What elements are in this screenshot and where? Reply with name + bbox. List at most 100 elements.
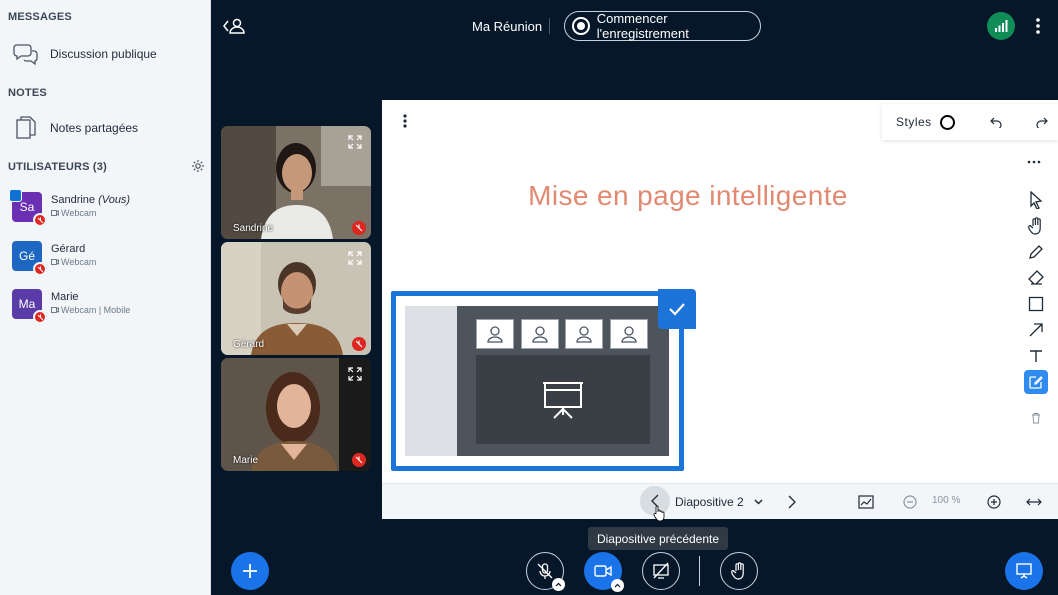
chat-bubbles-icon xyxy=(12,40,40,68)
delete-tool[interactable] xyxy=(1024,406,1048,430)
zoom-in-button[interactable] xyxy=(984,492,1004,512)
shared-notes-item[interactable]: Notes partagées xyxy=(0,110,211,146)
check-icon xyxy=(669,303,685,316)
person-icon xyxy=(532,326,548,343)
pencil-tool[interactable] xyxy=(1024,240,1048,264)
video-tile-marie[interactable]: Marie xyxy=(221,358,371,471)
you-suffix: (Vous) xyxy=(98,194,131,206)
pencil-icon xyxy=(1029,245,1043,259)
expand-icon[interactable] xyxy=(347,250,363,266)
users-section-title: UTILISATEURS (3) xyxy=(8,161,107,173)
screen-share-button[interactable] xyxy=(642,552,680,590)
expand-icon[interactable] xyxy=(347,366,363,382)
users-settings-gear-icon[interactable] xyxy=(191,159,205,173)
record-icon xyxy=(572,17,590,35)
unmute-mic-button[interactable] xyxy=(526,552,565,591)
arrow-icon xyxy=(1029,323,1043,337)
chevron-down-icon xyxy=(754,499,763,505)
redo-button[interactable] xyxy=(1033,113,1051,131)
person-icon xyxy=(621,326,637,343)
minus-circle-icon xyxy=(903,495,917,509)
smart-layout-illustration xyxy=(391,289,696,471)
muted-mic-icon xyxy=(33,310,47,324)
person-icon xyxy=(487,326,503,343)
next-slide-button[interactable] xyxy=(782,491,802,513)
user-row-gerard[interactable]: Gé Gérard Webcam xyxy=(0,237,211,277)
snapshot-button[interactable] xyxy=(856,492,876,512)
person-thumb xyxy=(521,319,559,349)
arrow-tool[interactable] xyxy=(1024,318,1048,342)
person-icon xyxy=(576,326,592,343)
avatar: Sa xyxy=(9,189,47,227)
sidebar: MESSAGES Discussion publique NOTES Notes… xyxy=(0,0,211,595)
presentation-area: Styles Mise en page intelligente Diaposi… xyxy=(382,100,1058,522)
avatar: Ma xyxy=(12,289,47,324)
muted-mic-icon xyxy=(33,213,47,227)
notes-icon xyxy=(12,114,40,142)
webcam-icon xyxy=(51,259,59,265)
toggle-user-list-button[interactable] xyxy=(222,16,246,36)
presentation-options-button[interactable] xyxy=(398,112,412,130)
muted-mic-icon xyxy=(352,221,366,235)
kebab-icon xyxy=(1036,18,1040,34)
layout-selected-check[interactable] xyxy=(658,289,696,329)
fit-width-button[interactable] xyxy=(1024,492,1044,512)
text-icon xyxy=(1030,350,1042,362)
presentation-footer: Diapositive 2 100 % xyxy=(382,483,1058,522)
rectangle-tool[interactable] xyxy=(1024,292,1048,316)
shared-notes-label: Notes partagées xyxy=(50,121,139,135)
avatar: Gé xyxy=(12,241,47,276)
connection-status-button[interactable] xyxy=(987,12,1015,40)
raise-hand-button[interactable] xyxy=(720,552,758,590)
options-menu-button[interactable] xyxy=(1030,14,1046,38)
video-tile-gerard[interactable]: Gérard xyxy=(221,242,371,355)
hand-icon xyxy=(1028,217,1041,235)
text-tool[interactable] xyxy=(1024,344,1048,368)
chevron-right-icon xyxy=(788,495,796,509)
user-name: Sandrine (Vous) xyxy=(51,194,130,206)
notes-section-title: NOTES xyxy=(8,87,47,99)
start-recording-button[interactable]: Commencer l'enregistrement xyxy=(564,11,761,41)
controls-divider xyxy=(699,556,700,586)
eraser-tool[interactable] xyxy=(1024,266,1048,290)
user-row-sandrine[interactable]: Sa Sandrine (Vous) Webcam xyxy=(0,188,211,228)
slide-title: Mise en page intelligente xyxy=(528,180,848,211)
video-camera-icon xyxy=(594,565,612,577)
whiteboard-toolbar xyxy=(1020,184,1050,434)
undo-button[interactable] xyxy=(987,113,1005,131)
note-tool[interactable] xyxy=(1024,370,1048,394)
zoom-out-button[interactable] xyxy=(900,492,920,512)
layout-sidebar xyxy=(405,306,457,456)
current-slide-label: Diapositive 2 xyxy=(675,495,744,509)
actions-button[interactable] xyxy=(231,552,269,590)
more-tools-button[interactable] xyxy=(1024,156,1044,168)
hand-icon xyxy=(731,562,744,580)
video-tile-sandrine[interactable]: Sandrine xyxy=(221,126,371,239)
square-icon xyxy=(1028,296,1044,312)
avatar-initials: Gé xyxy=(18,249,35,263)
mic-options-caret-icon[interactable] xyxy=(552,578,565,591)
user-name: Gérard xyxy=(51,243,86,255)
webcam-icon xyxy=(51,210,59,216)
public-chat-item[interactable]: Discussion publique xyxy=(0,36,211,72)
camera-options-caret-icon[interactable] xyxy=(611,579,624,592)
person-thumb xyxy=(610,319,648,349)
edit-note-icon xyxy=(1029,376,1043,389)
select-tool[interactable] xyxy=(1024,188,1048,212)
trash-icon xyxy=(1032,413,1040,424)
stroke-color-picker[interactable] xyxy=(939,114,955,130)
user-row-marie[interactable]: Ma Marie Webcam | Mobile xyxy=(0,285,211,325)
muted-mic-icon xyxy=(352,453,366,467)
muted-mic-icon xyxy=(352,337,366,351)
user-name-text: Sandrine xyxy=(51,194,96,206)
tile-name: Gérard xyxy=(233,339,265,350)
ellipsis-icon xyxy=(1027,160,1041,164)
muted-mic-icon xyxy=(33,262,47,276)
pan-tool[interactable] xyxy=(1024,214,1048,238)
presentation-toggle-button[interactable] xyxy=(1005,552,1043,590)
slide-selector[interactable]: Diapositive 2 xyxy=(675,493,775,511)
expand-icon[interactable] xyxy=(347,134,363,150)
public-chat-label: Discussion publique xyxy=(50,47,157,61)
camera-button[interactable] xyxy=(584,552,624,592)
signal-bars-icon xyxy=(995,20,1008,32)
